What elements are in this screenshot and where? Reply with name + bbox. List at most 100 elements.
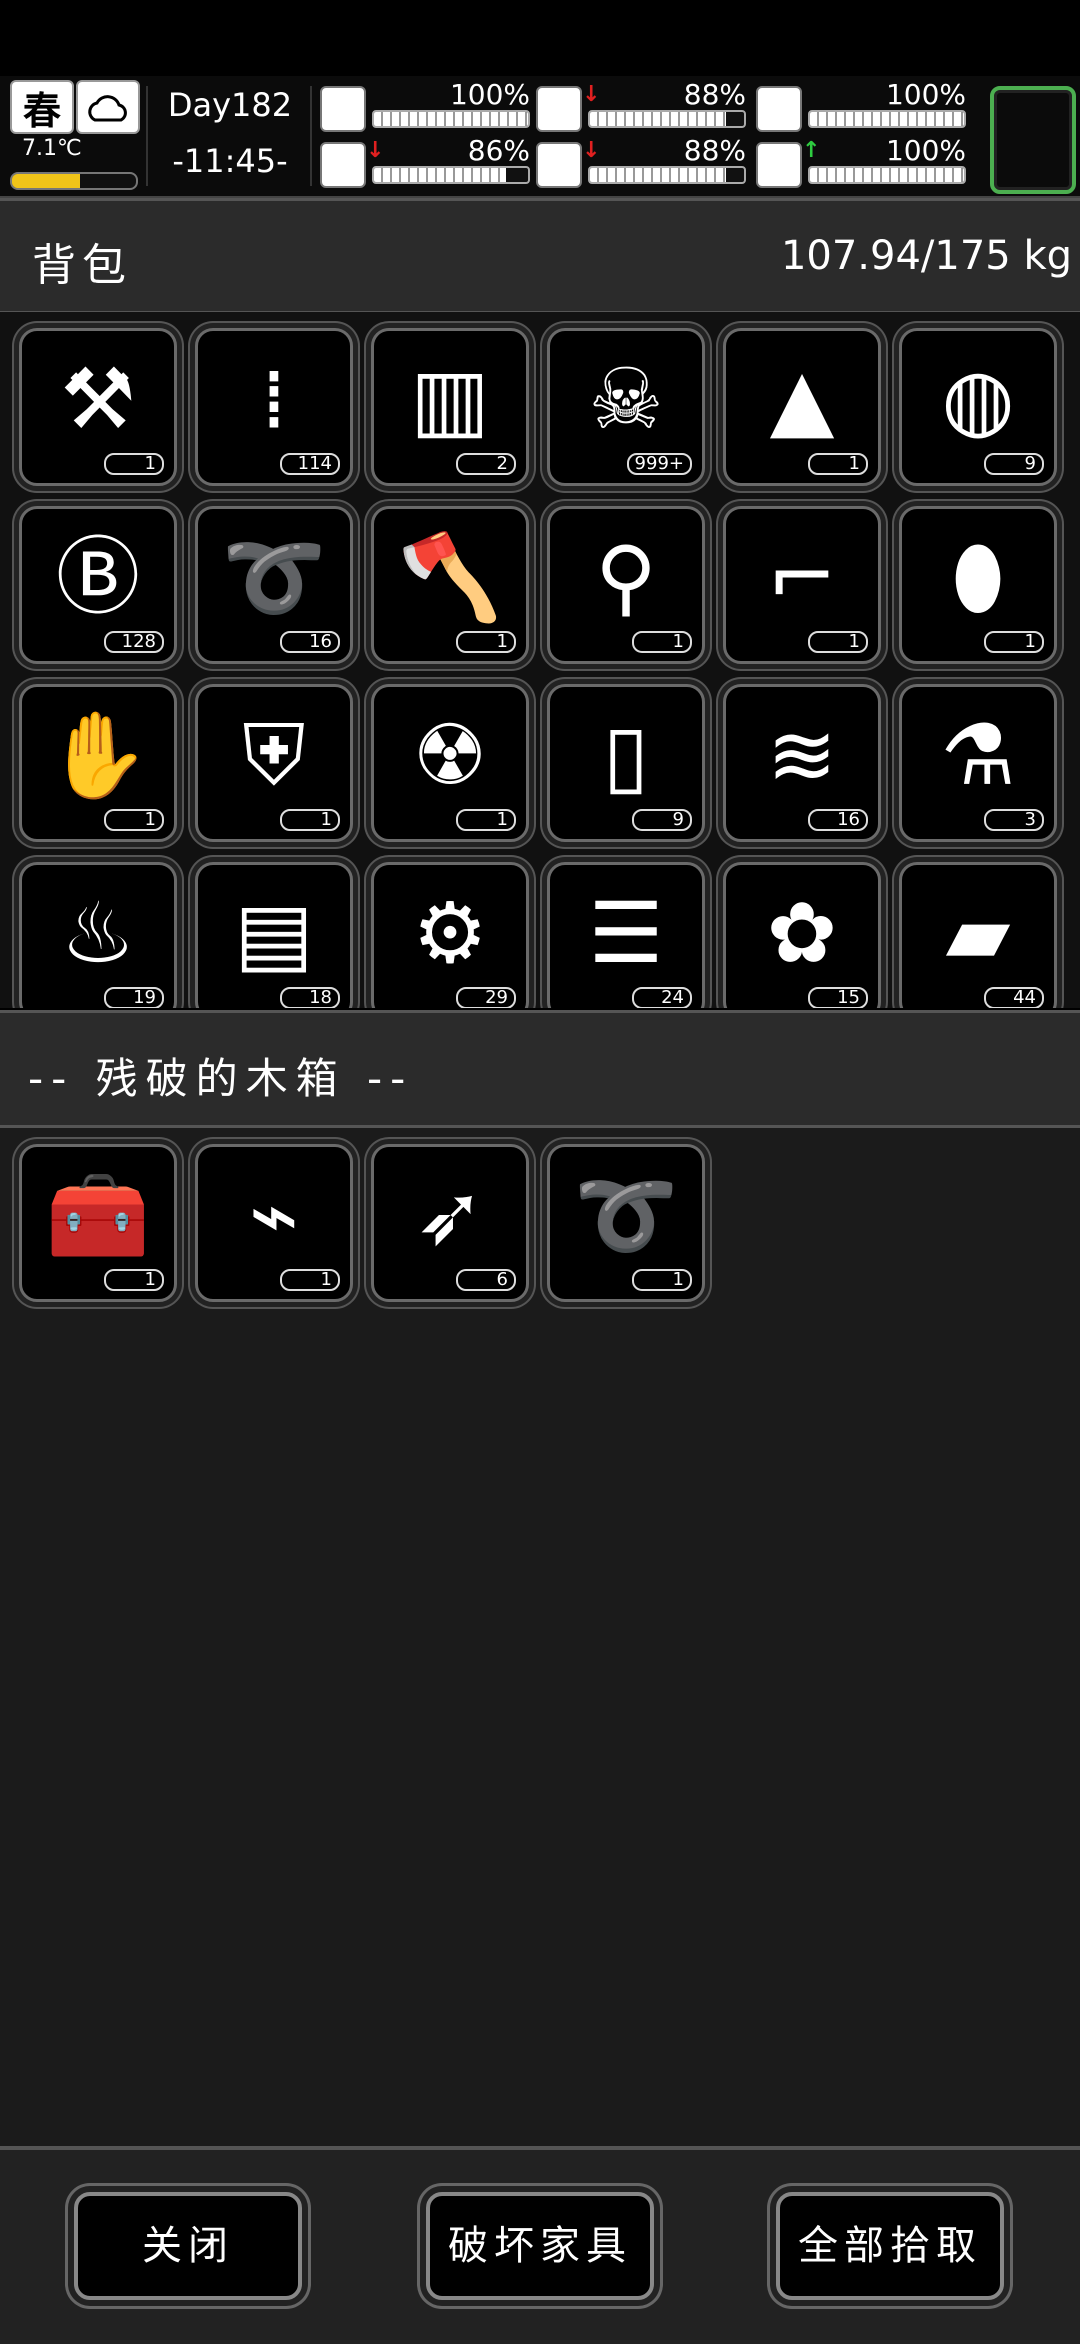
rope-icon: ➰: [221, 528, 327, 626]
shovel-icon: ⚲: [595, 528, 657, 626]
item-count: 3: [984, 809, 1044, 831]
backpack-item-slot[interactable]: ⛨ 1: [195, 684, 353, 842]
item-count: 44: [984, 987, 1044, 1008]
arrow-down-icon: ↓: [582, 82, 601, 107]
zombie-poster-icon: ☠: [588, 350, 664, 448]
test-tube-icon: ⚗: [940, 706, 1016, 804]
backpack-item-slot[interactable]: ⚒ 1: [19, 328, 177, 486]
season-badge: 春: [10, 80, 74, 134]
stat-percent: 88%: [683, 78, 746, 111]
backpack-item-slot[interactable]: 🪓 1: [371, 506, 529, 664]
backpack-item-slot[interactable]: ▲ 1: [723, 328, 881, 486]
stat-bar-fill: [810, 168, 964, 182]
backpack-item-slot[interactable]: ⬮ 1: [899, 506, 1057, 664]
item-count: 1: [104, 809, 164, 831]
stat-armor: 100%: [756, 78, 966, 132]
sun-icon: [12, 174, 28, 188]
backpack-weight: 107.94/175 kg: [780, 233, 1072, 279]
folded-cloth-icon: ≋: [766, 706, 838, 804]
backpack-item-slot[interactable]: ≋ 16: [723, 684, 881, 842]
stat-bar: [808, 166, 966, 184]
planks-icon: ▤: [234, 884, 314, 982]
item-count: 1: [280, 809, 340, 831]
pistol-icon: ⌐: [766, 528, 838, 626]
backpack-item-slot[interactable]: ⚗ 3: [899, 684, 1057, 842]
day-counter: Day182: [167, 86, 293, 124]
stat-percent: 100%: [885, 134, 966, 167]
backpack-item-slot[interactable]: ◍ 9: [899, 328, 1057, 486]
item-count: 15: [808, 987, 868, 1008]
close-button[interactable]: 关闭: [74, 2192, 302, 2300]
backpack-item-slot[interactable]: ♨ 19: [19, 862, 177, 1008]
backpack-item-slot[interactable]: ⚙ 29: [371, 862, 529, 1008]
stomach-icon: [536, 86, 582, 132]
item-count: 1: [456, 809, 516, 831]
container-item-slot[interactable]: 🧰 1: [19, 1144, 177, 1302]
leg-icon: [320, 142, 366, 188]
stat-bar-fill: [590, 168, 726, 182]
stat-bar: [808, 110, 966, 128]
destroy-furniture-button[interactable]: 破坏家具: [426, 2192, 654, 2300]
gloves-icon: ✋: [45, 706, 151, 804]
item-count: 1: [632, 631, 692, 653]
stat-bar: [372, 166, 530, 184]
backpack-item-slot[interactable]: ⌐ 1: [723, 506, 881, 664]
coin-icon: Ⓑ: [55, 528, 140, 626]
backpack-grid[interactable]: ⚒ 1 ⁞ 114 ▥ 2 ☠ 999+ ▲ 1 ◍ 9 Ⓑ 128 ➰ 16 🪓 1 ⚲ 1 ⌐ 1 ⬮ 1 ✋ 1 ⛨ 1 ☢ 1 ▯ 9…: [0, 312, 1080, 1008]
spray-bottle-icon: ♨: [60, 884, 136, 982]
item-count: 1: [456, 631, 516, 653]
backpack-item-slot[interactable]: ⚲ 1: [547, 506, 705, 664]
backpack-header: 背包 107.94/175 kg: [0, 198, 1080, 314]
item-count: 29: [456, 987, 516, 1008]
cloud-icon: [76, 80, 140, 134]
item-count: 16: [808, 809, 868, 831]
backpack-item-slot[interactable]: ➰ 16: [195, 506, 353, 664]
toolbox-icon: 🧰: [45, 1166, 151, 1264]
rope-icon: ➰: [573, 1166, 679, 1264]
backpack-item-slot[interactable]: ☢ 1: [371, 684, 529, 842]
game-clock: -11:45-: [172, 142, 288, 180]
backpack-item-slot[interactable]: ▯ 9: [547, 684, 705, 842]
sniper-rifle-icon: ⌁: [248, 1166, 300, 1264]
backpack-title: 背包: [32, 240, 132, 291]
cotton-icon: ✿: [766, 884, 838, 982]
item-count: 9: [632, 809, 692, 831]
riot-shield-icon: ⬮: [951, 528, 1005, 626]
towel-icon: ▥: [410, 350, 490, 448]
stat-percent: 100%: [449, 78, 530, 111]
item-count: 1: [808, 631, 868, 653]
backpack-item-slot[interactable]: ▤ 18: [195, 862, 353, 1008]
item-count: 16: [280, 631, 340, 653]
stat-bar-fill: [374, 168, 507, 182]
item-count: 999+: [626, 453, 692, 475]
container-grid: 🧰 1 ⌁ 1 ➶ 6 ➰ 1: [0, 1125, 1080, 2148]
backpack-item-slot[interactable]: ☰ 24: [547, 862, 705, 1008]
backpack-item-slot[interactable]: ☠ 999+: [547, 328, 705, 486]
backpack-item-slot[interactable]: ▥ 2: [371, 328, 529, 486]
item-count: 6: [456, 1269, 516, 1291]
hud-divider: [146, 86, 148, 186]
stat-bar-fill: [810, 112, 964, 126]
container-item-slot[interactable]: ➶ 6: [371, 1144, 529, 1302]
container-header: -- 残破的木箱 --: [0, 1010, 1080, 1128]
item-count: 1: [280, 1269, 340, 1291]
axe-icon: 🪓: [397, 528, 503, 626]
item-count: 9: [984, 453, 1044, 475]
stat-percent: 86%: [467, 134, 530, 167]
backpack-item-slot[interactable]: ✋ 1: [19, 684, 177, 842]
container-item-slot[interactable]: ➰ 1: [547, 1144, 705, 1302]
item-count: 2: [456, 453, 516, 475]
stat-stamina: ↓ 86%: [320, 134, 530, 188]
equipped-slot-empty[interactable]: [990, 86, 1076, 194]
item-count: 19: [104, 987, 164, 1008]
arrow-down-icon: ↓: [366, 138, 385, 163]
cloth-rag-icon: ▲: [769, 350, 835, 448]
backpack-item-slot[interactable]: ✿ 15: [723, 862, 881, 1008]
backpack-item-slot[interactable]: ▰ 44: [899, 862, 1057, 1008]
backpack-item-slot[interactable]: Ⓑ 128: [19, 506, 177, 664]
status-hud: 春 7.1℃ Day182 -11:45- 100% ↓ 88% 100% ↓ 86% ↓ 8…: [0, 76, 1080, 198]
backpack-item-slot[interactable]: ⁞ 114: [195, 328, 353, 486]
container-item-slot[interactable]: ⌁ 1: [195, 1144, 353, 1302]
take-all-button[interactable]: 全部拾取: [776, 2192, 1004, 2300]
arrow-down-icon: ↓: [582, 138, 601, 163]
